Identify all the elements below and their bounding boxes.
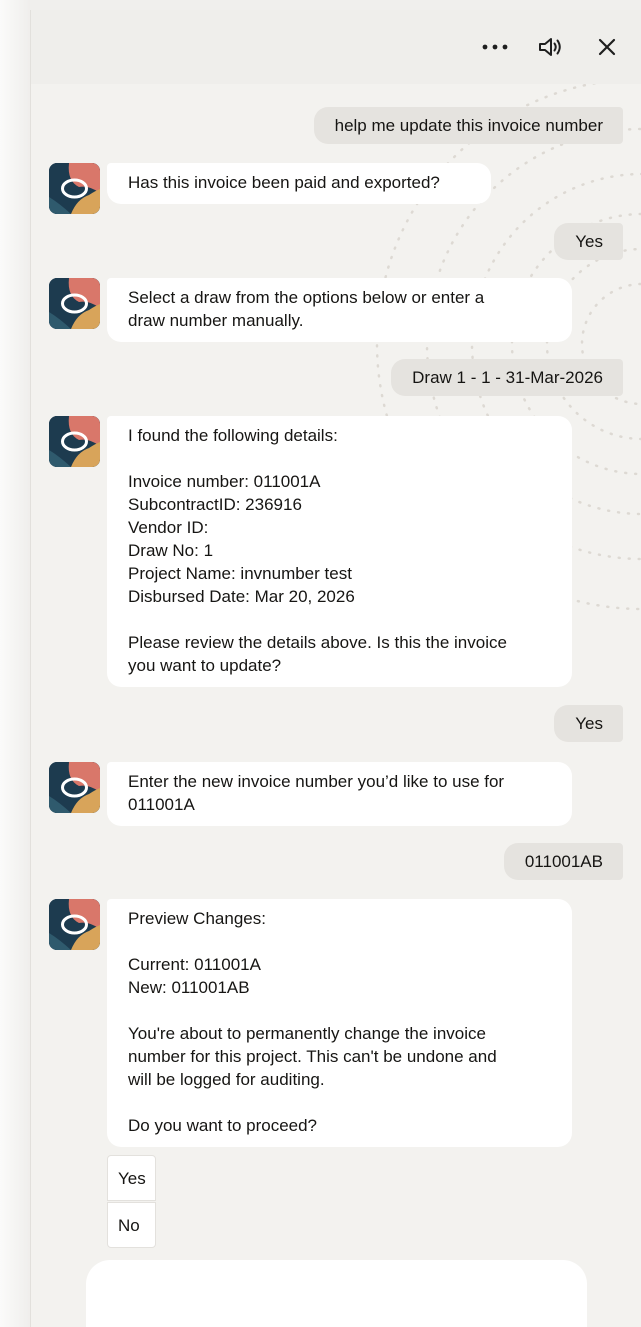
user-message: Yes: [554, 705, 623, 742]
chat-panel: help me update this invoice number Has t…: [30, 10, 641, 1327]
assistant-avatar-icon: [49, 899, 100, 950]
user-message: 011001AB: [503, 843, 623, 880]
assistant-avatar-icon: [49, 762, 100, 813]
message-line: Disbursed Date: Mar 20, 2026: [128, 587, 355, 606]
assistant-message: Select a draw from the options below or …: [107, 278, 572, 342]
message-line: 011001A: [128, 795, 195, 814]
message-line: Please review the details above. Is this…: [128, 633, 507, 652]
speaker-icon[interactable]: [533, 30, 569, 64]
yes-button[interactable]: Yes: [107, 1155, 156, 1201]
assistant-message: Preview Changes: Current: 011001A New: 0…: [107, 899, 572, 1147]
message-line: draw number manually.: [128, 311, 304, 330]
assistant-message: Has this invoice been paid and exported?: [107, 163, 491, 204]
chat-header: [31, 10, 641, 84]
assistant-avatar-icon: [49, 163, 100, 214]
message-line: I found the following details:: [128, 426, 338, 445]
assistant-avatar-icon: [49, 416, 100, 467]
message-line: Enter the new invoice number you’d like …: [128, 772, 505, 791]
page-backdrop: [0, 0, 30, 1327]
assistant-message: Enter the new invoice number you’d like …: [107, 762, 572, 826]
message-line: number for this project. This can't be u…: [128, 1047, 497, 1066]
assistant-message: I found the following details: Invoice n…: [107, 416, 572, 687]
message-line: SubcontractID: 236916: [128, 495, 302, 514]
message-line: will be logged for auditing.: [128, 1070, 325, 1089]
message-line: New: 011001AB: [128, 978, 250, 997]
page: help me update this invoice number Has t…: [0, 0, 641, 1327]
assistant-avatar-icon: [49, 278, 100, 329]
message-line: Select a draw from the options below or …: [128, 288, 485, 307]
message-line: Invoice number: 011001A: [128, 472, 321, 491]
user-message: Yes: [554, 223, 623, 260]
message-line: Vendor ID:: [128, 518, 209, 537]
user-message: Draw 1 - 1 - 31-Mar-2026: [391, 359, 623, 396]
message-line: You're about to permanently change the i…: [128, 1024, 486, 1043]
message-line: Draw No: 1: [128, 541, 214, 560]
message-line: Preview Changes:: [128, 909, 266, 928]
message-line: you want to update?: [128, 656, 282, 675]
message-line: Has this invoice been paid and exported?: [128, 173, 440, 192]
message-line: Project Name: invnumber test: [128, 564, 352, 583]
message-line: Current: 011001A: [128, 955, 261, 974]
message-input[interactable]: [86, 1260, 587, 1327]
no-button[interactable]: No: [107, 1202, 156, 1248]
user-message: help me update this invoice number: [313, 107, 623, 144]
more-options-icon[interactable]: [477, 30, 513, 64]
close-icon[interactable]: [589, 30, 625, 64]
message-line: Do you want to proceed?: [128, 1116, 318, 1135]
